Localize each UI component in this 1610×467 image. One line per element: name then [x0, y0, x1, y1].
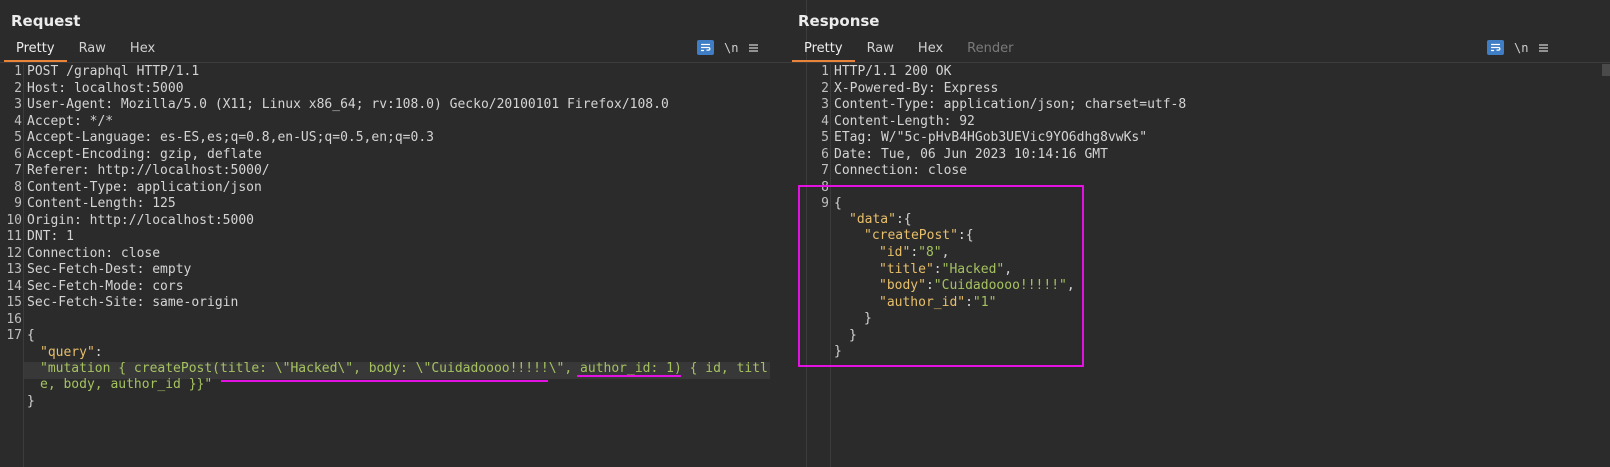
request-code-line: User-Agent: Mozilla/5.0 (X11; Linux x86_… — [27, 97, 669, 112]
request-line-number: 12 — [6, 245, 22, 261]
request-tab-pretty[interactable]: Pretty — [4, 38, 67, 62]
request-code-line: Accept: */* — [27, 113, 114, 129]
response-tab-render[interactable]: Render — [955, 38, 1025, 62]
magenta-underline-author-id — [577, 375, 681, 377]
response-code-line: HTTP/1.1 200 OK — [834, 64, 952, 79]
request-line-number: 5 — [14, 130, 22, 145]
magenta-underline-mutation — [221, 380, 548, 382]
response-title: Response — [798, 12, 880, 30]
wrap-lines-icon[interactable] — [1487, 40, 1504, 55]
request-line-number: 11 — [6, 229, 22, 244]
request-line-number: 17 — [6, 328, 22, 343]
magenta-highlight-box — [798, 185, 1084, 367]
response-tab-raw[interactable]: Raw — [855, 38, 906, 62]
request-body-value-line-2: e, body, author_id }}" — [40, 377, 212, 392]
request-line-number: 2 — [14, 80, 22, 96]
request-line-number: 9 — [14, 196, 22, 211]
response-line-number: 6 — [821, 146, 829, 162]
request-line-number: 15 — [6, 295, 22, 310]
request-code-line: Content-Length: 125 — [27, 196, 176, 211]
request-line-number: 14 — [6, 278, 22, 294]
request-code-line: POST /graphql HTTP/1.1 — [27, 64, 200, 79]
request-line-number: 3 — [14, 97, 22, 112]
request-code-line: Sec-Fetch-Dest: empty — [27, 262, 192, 277]
query-key: "query" — [40, 345, 95, 360]
request-code-line: Origin: http://localhost:5000 — [27, 212, 254, 228]
response-code-line: Content-Type: application/json; charset=… — [834, 97, 1187, 112]
request-code-line: DNT: 1 — [27, 229, 74, 244]
request-code-line: Accept-Language: es-ES,es;q=0.8,en-US;q=… — [27, 130, 434, 145]
request-pane: Request Pretty Raw Hex \n 1 POST /graphql… — [0, 0, 807, 467]
request-line-number: 1 — [14, 64, 22, 79]
request-code-line: Referer: http://localhost:5000/ — [27, 163, 270, 178]
response-code-line: X-Powered-By: Express — [834, 80, 999, 96]
response-scrollbar[interactable] — [1602, 64, 1610, 76]
query-value-part-2: e, body, author_id }}" — [40, 377, 213, 392]
request-code-line: Accept-Encoding: gzip, deflate — [27, 146, 262, 162]
request-tabs: Pretty Raw Hex — [4, 38, 167, 62]
request-line-number: 13 — [6, 262, 22, 277]
request-code-line: Sec-Fetch-Site: same-origin — [27, 295, 239, 310]
wrap-lines-icon[interactable] — [697, 40, 714, 55]
response-code-line: Connection: close — [834, 163, 968, 178]
response-line-number: 5 — [821, 130, 829, 145]
request-body-value-line-1: "mutation { createPost(title: \"Hacked\"… — [40, 361, 768, 376]
response-toolbar: \n — [1487, 38, 1549, 57]
request-title: Request — [11, 12, 81, 30]
query-colon: : — [94, 345, 103, 360]
response-tab-divider — [807, 62, 1610, 63]
request-tab-hex[interactable]: Hex — [118, 38, 167, 62]
hamburger-menu-icon[interactable] — [1538, 38, 1549, 57]
request-toolbar: \n — [697, 38, 759, 57]
hamburger-menu-icon[interactable] — [748, 38, 759, 57]
response-pane: Response Pretty Raw Hex Render \n 1 HTTP/… — [792, 0, 1610, 467]
response-tab-hex[interactable]: Hex — [906, 38, 955, 62]
request-code-line: Connection: close — [27, 245, 161, 261]
request-body-close: } — [27, 394, 35, 409]
response-code-line: Content-Length: 92 — [834, 113, 975, 129]
newline-toggle[interactable]: \n — [724, 41, 738, 55]
response-line-number: 1 — [821, 64, 829, 79]
query-value-part-1: "mutation { createPost(title: \"Hacked\"… — [40, 361, 768, 376]
response-line-number: 3 — [821, 97, 829, 112]
response-code-line: ETag: W/"5c-pHvB4HGob3UEVic9YO6dhg8vwKs" — [834, 130, 1148, 145]
response-tab-pretty[interactable]: Pretty — [792, 38, 855, 62]
request-line-number: 10 — [6, 212, 22, 228]
request-line-number: 16 — [6, 311, 22, 327]
request-gutter — [23, 64, 24, 467]
request-code-line: Host: localhost:5000 — [27, 80, 184, 96]
request-code-line: Content-Type: application/json — [27, 179, 262, 195]
request-line-number: 6 — [14, 146, 22, 162]
response-code-line: Date: Tue, 06 Jun 2023 10:14:16 GMT — [834, 146, 1108, 162]
request-line-number: 4 — [14, 113, 22, 129]
request-code-line: Sec-Fetch-Mode: cors — [27, 278, 184, 294]
request-line-number: 7 — [14, 163, 22, 178]
request-line-number: 8 — [14, 179, 22, 195]
response-line-number: 2 — [821, 80, 829, 96]
request-body-key-line: "query": — [40, 345, 103, 360]
newline-toggle[interactable]: \n — [1514, 41, 1528, 55]
request-code-line: { — [27, 328, 35, 343]
response-tabs: Pretty Raw Hex Render — [792, 38, 1025, 62]
response-line-number: 4 — [821, 113, 829, 129]
request-tab-raw[interactable]: Raw — [67, 38, 118, 62]
response-line-number: 7 — [821, 163, 829, 178]
request-tab-divider — [0, 62, 806, 63]
